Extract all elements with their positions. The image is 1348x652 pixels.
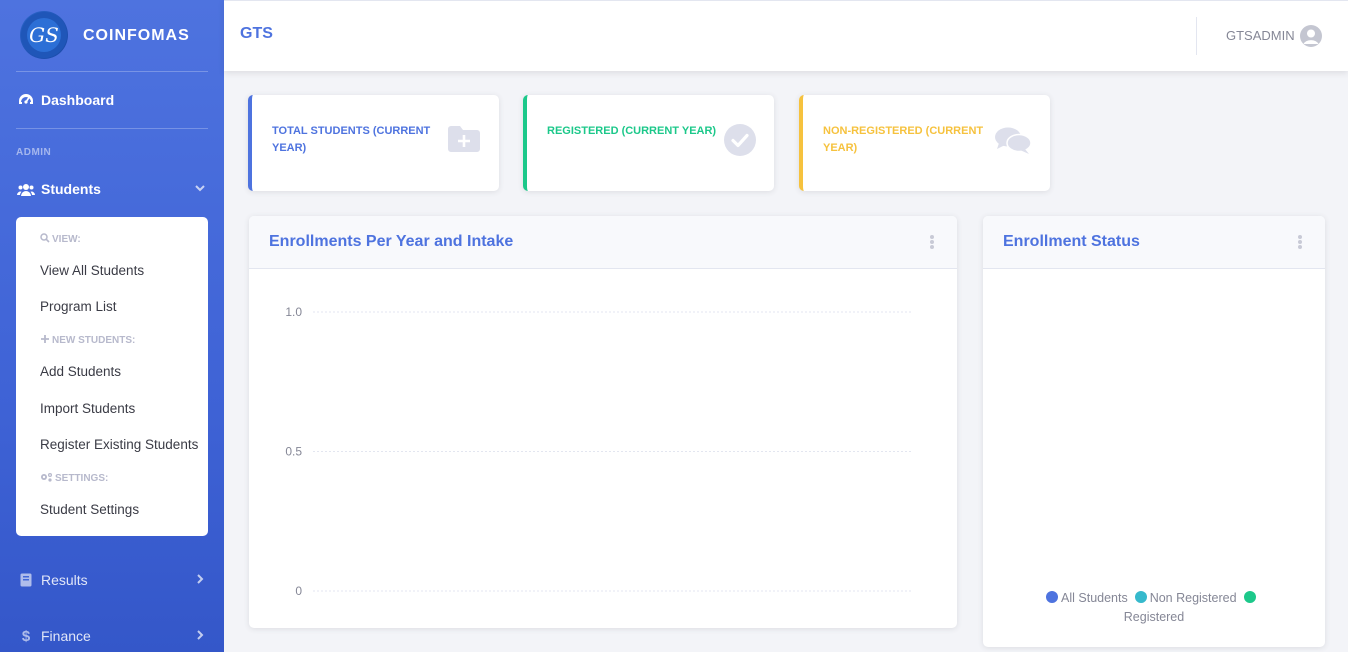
nav-results-label: Results <box>41 572 88 588</box>
y-tick-label: 1.0 <box>285 305 302 319</box>
submenu-view-all-students[interactable]: View All Students <box>40 263 144 278</box>
stat-non-registered-label: NON-REGISTERED (CURRENT YEAR) <box>823 125 984 154</box>
stat-registered-label: REGISTERED (CURRENT YEAR) <box>547 125 717 137</box>
y-tick-label: 0.5 <box>285 445 302 459</box>
legend-dot <box>1134 591 1147 603</box>
search-icon <box>40 233 50 246</box>
comments-icon <box>994 126 1032 161</box>
nav-finance[interactable]: $ Finance <box>0 616 224 652</box>
legend-label: Registered <box>1123 610 1185 624</box>
more-options-icon[interactable] <box>929 235 935 249</box>
enrollments-chart-card: Enrollments Per Year and Intake 1.0 0.5 0 <box>249 216 957 628</box>
folder-plus-icon <box>447 125 481 158</box>
legend-dot <box>1243 591 1256 603</box>
svg-text:GS: GS <box>29 23 59 47</box>
enrollments-card-title: Enrollments Per Year and Intake <box>269 233 514 250</box>
topbar-divider <box>1196 17 1197 55</box>
chevron-down-icon <box>194 181 206 197</box>
legend-label: All Students <box>1061 591 1128 605</box>
submenu-add-students[interactable]: Add Students <box>40 364 121 379</box>
students-submenu: VIEW: View All Students Program List NEW… <box>16 217 208 536</box>
nav-students[interactable]: Students <box>0 169 224 209</box>
submenu-register-existing[interactable]: Register Existing Students <box>40 437 198 452</box>
topbar: GTS GTSADMIN <box>224 0 1348 71</box>
status-card-title: Enrollment Status <box>1003 233 1140 250</box>
submenu-new-header: NEW STUDENTS: <box>40 334 135 347</box>
divider <box>16 128 208 129</box>
brand-name: COINFOMAS <box>83 27 190 44</box>
enrollments-line-chart: 1.0 0.5 0 <box>285 305 911 598</box>
brand[interactable]: GS COINFOMAS <box>0 0 224 70</box>
tachometer-icon <box>17 92 35 108</box>
legend-item[interactable]: Non Registered <box>1134 591 1237 605</box>
card-header: Enrollments Per Year and Intake <box>249 216 957 269</box>
legend-dot <box>1046 591 1059 603</box>
section-admin: ADMIN <box>16 147 52 158</box>
stat-total-label: TOTAL STUDENTS (CURRENT YEAR) <box>272 125 431 154</box>
nav-dashboard-label: Dashboard <box>41 92 115 108</box>
submenu-view-header: VIEW: <box>40 233 81 246</box>
users-icon <box>17 181 35 197</box>
nav-dashboard[interactable]: Dashboard <box>0 80 224 120</box>
chevron-right-icon <box>194 572 206 588</box>
plus-icon <box>40 334 50 347</box>
book-icon <box>17 572 35 588</box>
gears-icon <box>40 472 53 485</box>
y-tick-label: 0 <box>295 584 302 598</box>
more-options-icon[interactable] <box>1297 235 1303 249</box>
nav-finance-label: Finance <box>41 628 91 644</box>
stat-card-total: TOTAL STUDENTS (CURRENT YEAR) <box>248 95 499 191</box>
sidebar: GS COINFOMAS Dashboard ADMIN Students VI… <box>0 0 224 652</box>
stat-card-non-registered: NON-REGISTERED (CURRENT YEAR) <box>799 95 1050 191</box>
legend-label: Non Registered <box>1149 591 1237 605</box>
check-circle-icon <box>724 124 756 161</box>
brand-logo: GS <box>20 11 68 59</box>
page-title: GTS <box>240 25 273 42</box>
dollar-icon: $ <box>21 627 31 645</box>
submenu-import-students[interactable]: Import Students <box>40 401 135 416</box>
submenu-program-list[interactable]: Program List <box>40 299 117 314</box>
legend-item[interactable]: All Students <box>1046 591 1128 605</box>
nav-results[interactable]: Results <box>0 560 224 600</box>
pie-legend: All Students Non Registered Registered <box>983 589 1325 627</box>
chevron-right-icon <box>194 628 206 644</box>
card-header: Enrollment Status <box>983 216 1325 269</box>
submenu-settings-header: SETTINGS: <box>40 472 108 485</box>
user-avatar-icon[interactable] <box>1300 25 1322 47</box>
enrollment-status-card: Enrollment Status All Students Non Regis… <box>983 216 1325 647</box>
divider <box>16 71 208 72</box>
nav-students-label: Students <box>41 181 101 197</box>
stat-card-registered: REGISTERED (CURRENT YEAR) <box>523 95 774 191</box>
user-name[interactable]: GTSADMIN <box>1226 28 1295 43</box>
submenu-student-settings[interactable]: Student Settings <box>40 502 139 517</box>
